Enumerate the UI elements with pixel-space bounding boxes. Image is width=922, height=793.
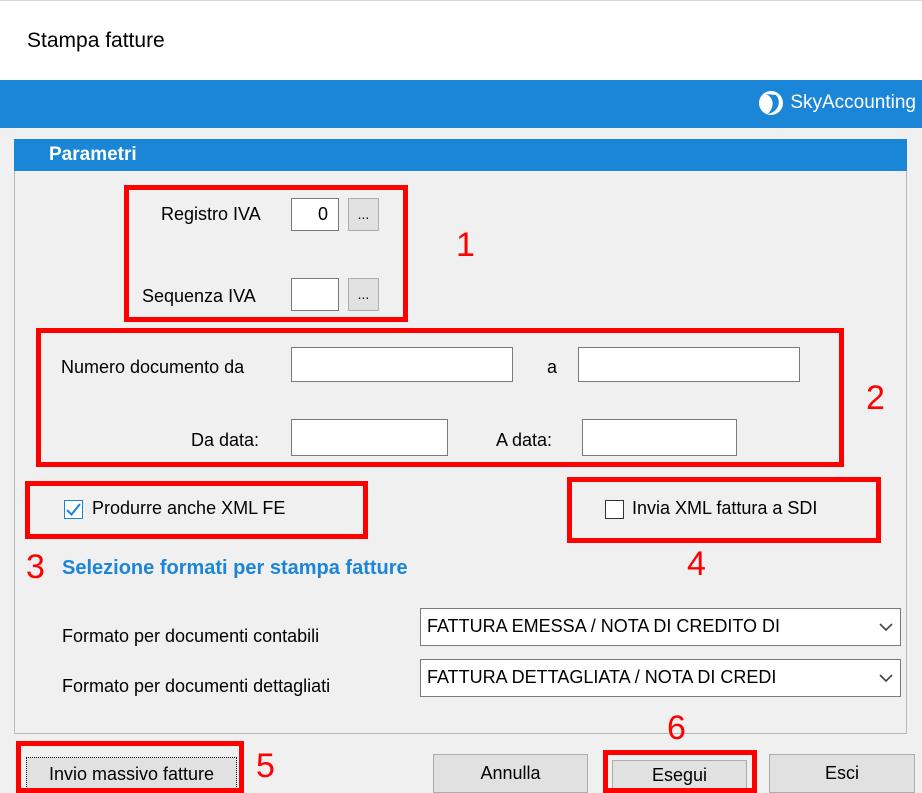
annotation-box-2: [36, 328, 844, 467]
annotation-number-6: 6: [667, 709, 686, 747]
esci-button[interactable]: Esci: [769, 754, 915, 793]
panel-header-label: Parametri: [49, 144, 137, 165]
formato-contabili-select[interactable]: FATTURA EMESSA / NOTA DI CREDITO DI: [420, 608, 901, 646]
window-title: Stampa fatture: [27, 29, 165, 52]
annotation-number-2: 2: [866, 379, 885, 417]
panel-header: Parametri: [14, 139, 907, 171]
annotation-box-3: [25, 481, 368, 539]
formato-contabili-label: Formato per documenti contabili: [62, 626, 320, 646]
annotation-number-1: 1: [456, 226, 475, 264]
annotation-box-5: [16, 741, 244, 793]
chevron-down-icon: [872, 660, 900, 696]
formats-section-title: Selezione formati per stampa fatture: [62, 557, 408, 579]
annotation-number-4: 4: [687, 545, 706, 583]
annotation-box-1: [124, 185, 408, 322]
skyaccounting-logo-icon: [759, 91, 784, 115]
formato-dettagliati-value: FATTURA DETTAGLIATA / NOTA DI CREDI: [427, 667, 777, 687]
formato-dettagliati-select[interactable]: FATTURA DETTAGLIATA / NOTA DI CREDI: [420, 659, 901, 697]
chevron-down-icon: [872, 609, 900, 645]
annulla-button[interactable]: Annulla: [433, 754, 588, 793]
annotation-number-5: 5: [256, 747, 275, 785]
formato-dettagliati-label: Formato per documenti dettagliati: [62, 676, 331, 696]
annotation-box-6: [603, 750, 757, 793]
annotation-box-4: [567, 477, 881, 543]
brand-name: SkyAccounting: [790, 92, 916, 113]
brand: SkyAccounting: [758, 88, 916, 118]
annotation-number-3: 3: [26, 548, 45, 586]
formato-contabili-value: FATTURA EMESSA / NOTA DI CREDITO DI: [427, 616, 781, 636]
